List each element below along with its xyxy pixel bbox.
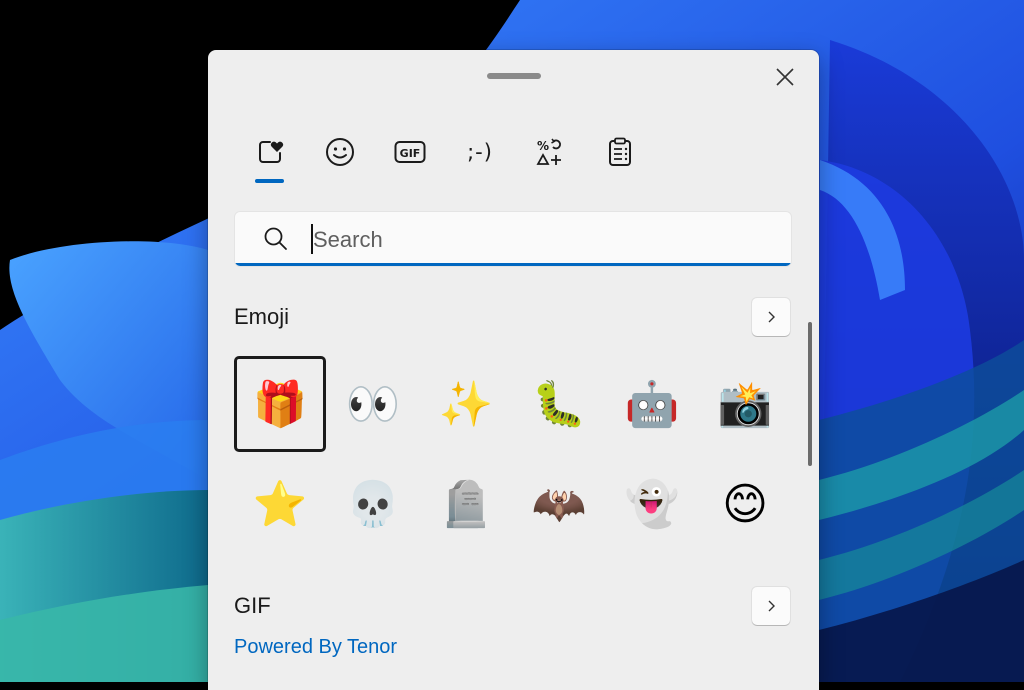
emoji-skull[interactable]: 💀 <box>327 456 419 552</box>
svg-text:GIF: GIF <box>400 147 421 160</box>
gif-icon: GIF <box>394 141 426 163</box>
smiley-icon <box>326 138 354 166</box>
emoji-section-title: Emoji <box>234 304 290 329</box>
tab-clipboard[interactable] <box>585 128 655 176</box>
close-button[interactable] <box>770 62 800 92</box>
chevron-right-icon <box>768 600 775 612</box>
emoji-sparkles[interactable]: ✨ <box>420 356 512 452</box>
active-tab-indicator <box>255 179 284 183</box>
tab-favorites[interactable] <box>235 128 305 176</box>
emoji-panel: GIF ;-) % Search Emoji 🎁 👀 ✨ 🐛 🤖 📸 ⭐ 💀 🪦… <box>208 50 819 690</box>
heart-card-icon <box>259 141 284 163</box>
svg-text:%: % <box>537 139 549 153</box>
emoji-smiling-face[interactable]: 😊 <box>699 456 791 552</box>
emoji-wrapped-gift[interactable]: 🎁 <box>234 356 326 452</box>
emoji-star[interactable]: ⭐ <box>234 456 326 552</box>
drag-handle[interactable] <box>487 73 541 79</box>
emoji-eyes[interactable]: 👀 <box>327 356 419 452</box>
close-icon <box>776 68 794 86</box>
symbols-icon: % <box>536 138 561 165</box>
search-box[interactable] <box>235 212 791 266</box>
emoji-ghost[interactable]: 👻 <box>606 456 698 552</box>
search-icon <box>264 227 287 250</box>
powered-by-tenor-link[interactable]: Powered By Tenor <box>234 636 397 659</box>
gif-see-more-button[interactable] <box>752 587 790 625</box>
tab-symbols[interactable]: % <box>515 128 585 176</box>
search-input[interactable] <box>311 220 775 260</box>
emoji-robot[interactable]: 🤖 <box>606 356 698 452</box>
emoji-bug[interactable]: 🐛 <box>513 356 605 452</box>
emoji-bat[interactable]: 🦇 <box>513 456 605 552</box>
chevron-right-icon <box>768 311 775 323</box>
emoji-camera-with-flash[interactable]: 📸 <box>699 356 791 452</box>
emoji-headstone[interactable]: 🪦 <box>420 456 512 552</box>
text-caret <box>311 224 313 254</box>
clipboard-icon <box>609 137 631 166</box>
gif-section-title: GIF <box>234 593 271 618</box>
scrollbar-thumb[interactable] <box>808 322 812 466</box>
tab-emoji[interactable] <box>305 128 375 176</box>
tab-kaomoji[interactable]: ;-) <box>445 128 515 176</box>
emoji-see-more-button[interactable] <box>752 298 790 336</box>
tab-gif[interactable]: GIF <box>375 128 445 176</box>
kaomoji-icon: ;-) <box>467 140 493 164</box>
